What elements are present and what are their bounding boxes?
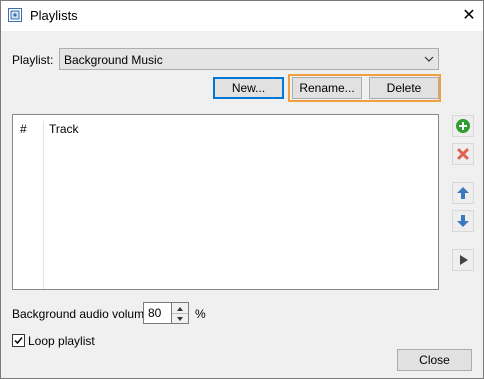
column-header-number[interactable]: #: [20, 122, 27, 136]
volume-input[interactable]: 80: [143, 302, 172, 324]
move-down-button[interactable]: [452, 210, 474, 232]
move-up-button[interactable]: [452, 182, 474, 204]
arrow-down-icon: [457, 215, 469, 227]
close-button[interactable]: Close: [397, 349, 472, 371]
playlist-label: Playlist:: [12, 53, 54, 67]
volume-label: Background audio volume:: [12, 307, 155, 321]
playlist-select[interactable]: Background Music: [59, 48, 439, 70]
app-icon: [8, 8, 22, 22]
remove-track-button[interactable]: [452, 143, 474, 165]
plus-circle-icon: [456, 119, 470, 133]
rename-playlist-button[interactable]: Rename...: [292, 77, 362, 99]
column-header-track[interactable]: Track: [49, 122, 79, 136]
caret-down-icon: [177, 317, 183, 321]
x-icon: [457, 148, 469, 160]
volume-stepper: [172, 302, 189, 324]
arrow-up-icon: [457, 187, 469, 199]
new-playlist-button[interactable]: New...: [213, 77, 284, 99]
title-bar: Playlists ✕: [1, 1, 483, 31]
volume-unit: %: [195, 307, 206, 321]
column-divider: [43, 121, 44, 289]
play-button[interactable]: [452, 249, 474, 271]
track-list[interactable]: # Track: [12, 114, 439, 290]
window-close-icon[interactable]: ✕: [457, 5, 481, 27]
delete-playlist-button[interactable]: Delete: [369, 77, 439, 99]
playlists-dialog: Playlists ✕ Playlist: Background Music N…: [0, 0, 484, 379]
window-title: Playlists: [30, 8, 78, 23]
loop-playlist-label[interactable]: Loop playlist: [28, 334, 95, 348]
add-track-button[interactable]: [452, 115, 474, 137]
loop-playlist-checkbox[interactable]: [12, 334, 25, 347]
chevron-down-icon: [424, 56, 434, 62]
checkmark-icon: [14, 337, 23, 345]
volume-down-button[interactable]: [172, 313, 188, 323]
playlist-select-value: Background Music: [64, 53, 163, 67]
play-icon: [460, 255, 468, 265]
